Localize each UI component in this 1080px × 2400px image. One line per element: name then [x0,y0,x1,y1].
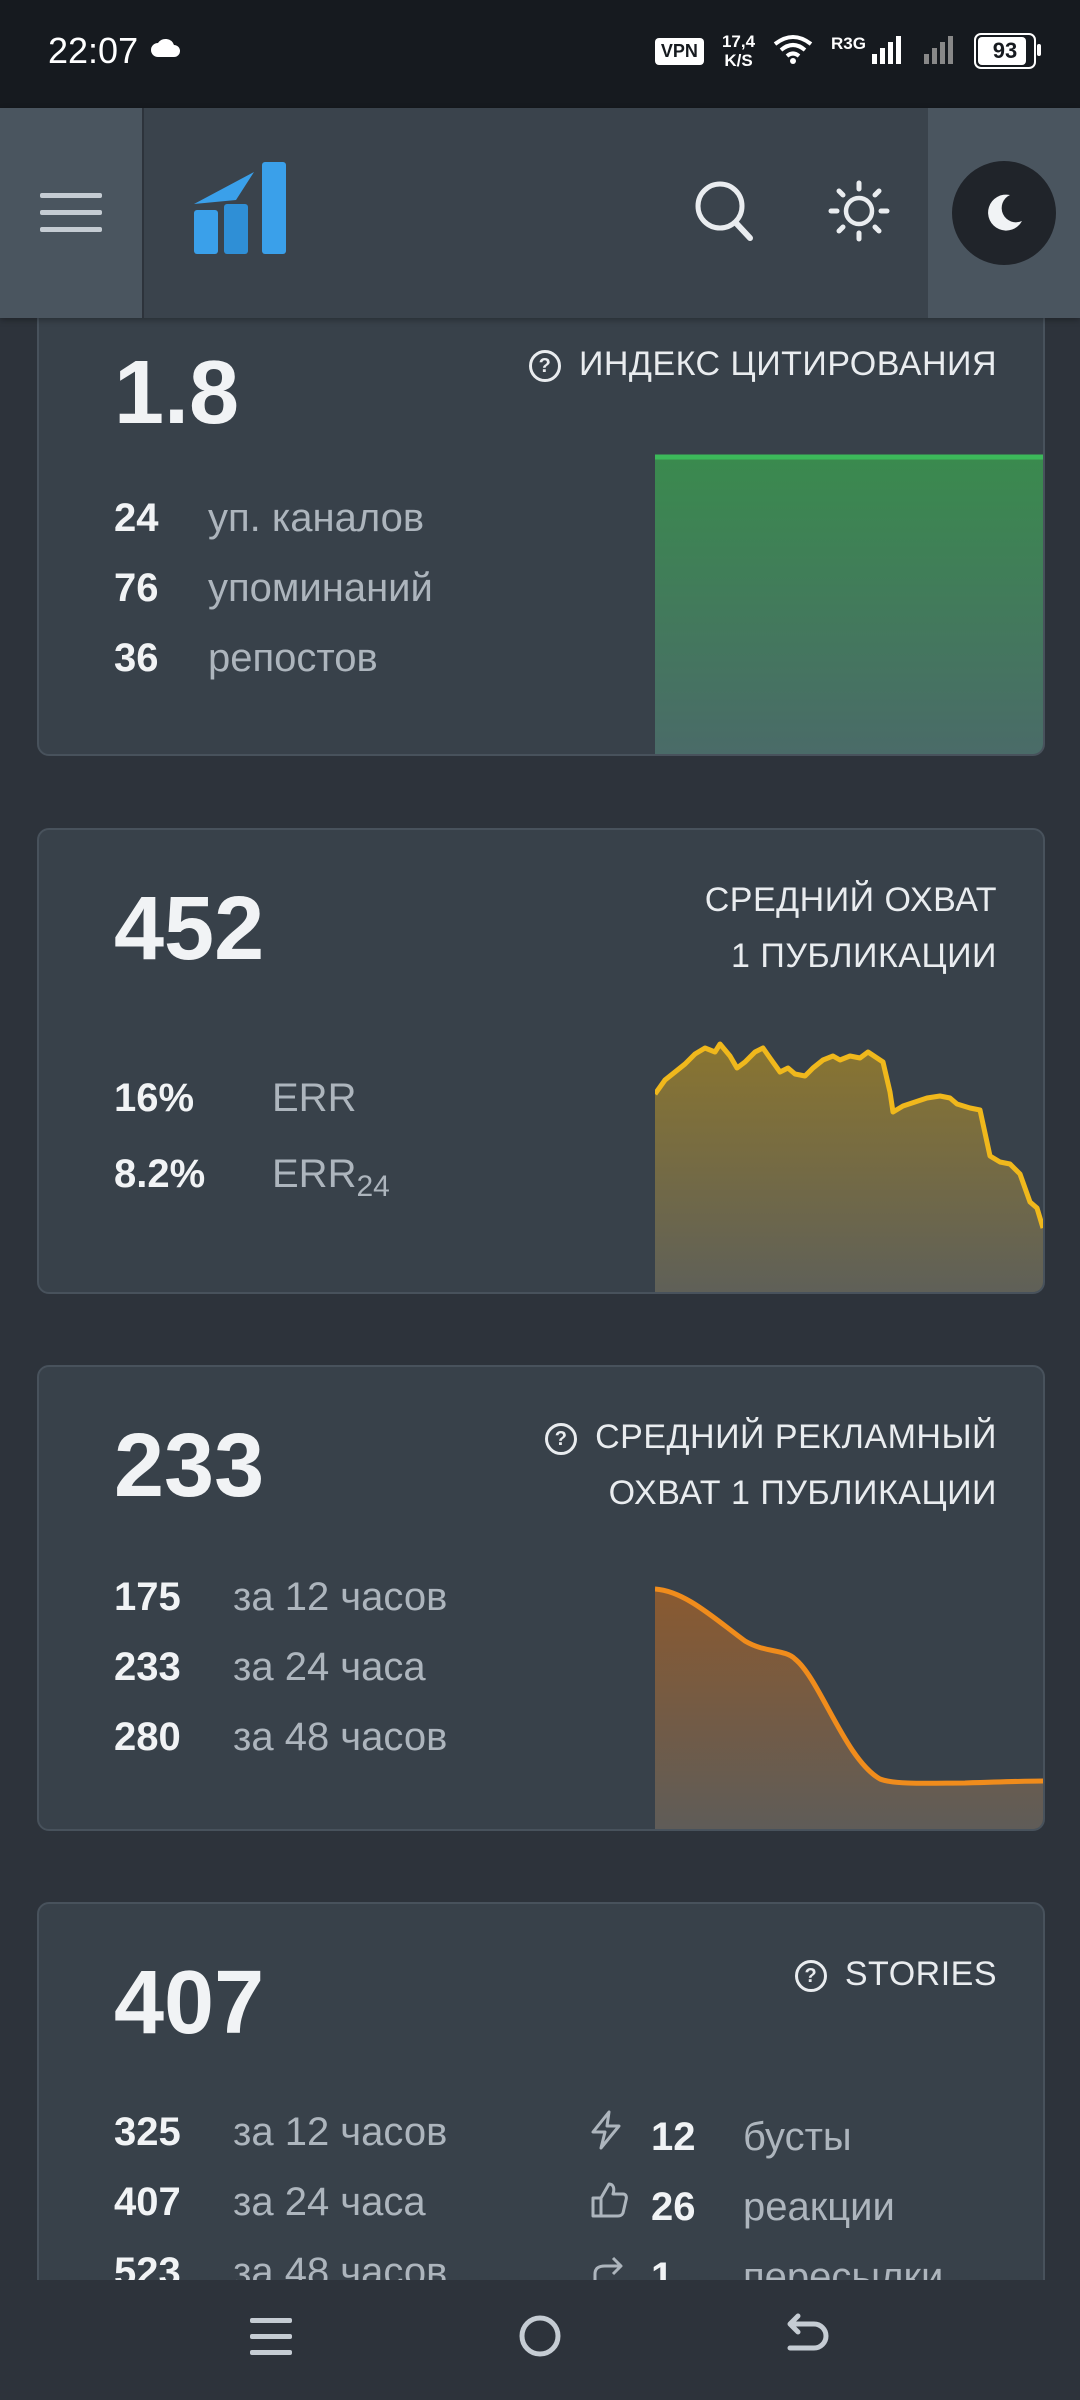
stat-row: 175 за 12 часов [114,1575,447,1620]
stat-row: 8.2% ERR24 [114,1152,390,1204]
help-icon[interactable]: ? [528,350,561,382]
card-title: ? STORIES [794,1946,997,2002]
stat-label-sub: 24 [356,1170,390,1203]
menu-button[interactable] [0,108,144,318]
vpn-badge: VPN [654,37,704,65]
stat-row: 24 уп. каналов [114,496,424,541]
cloud-icon [150,38,182,63]
avg-reach-sparkline [655,1041,1043,1292]
stat-label: ERR24 [272,1152,390,1204]
stat-row: 325 за 12 часов [114,2110,447,2155]
avg-reach-card[interactable]: 452 СРЕДНИЙ ОХВАТ 1 ПУБЛИКАЦИИ 16% ERR 8.… [37,828,1045,1294]
avg-ad-reach-title-line1: СРЕДНИЙ РЕКЛАМНЫЙ [595,1418,997,1456]
avg-reach-title-line1: СРЕДНИЙ ОХВАТ [704,881,997,919]
card-title: ? ИНДЕКС ЦИТИРОВАНИЯ [528,336,997,392]
speed-unit: K/S [724,51,753,70]
stat-num: 36 [114,636,159,680]
battery-icon: 93 [974,33,1041,69]
status-time: 22:07 [48,30,139,71]
reactions-label: реакции [743,2185,895,2229]
back-icon [787,2313,829,2351]
wifi-icon [773,34,813,69]
stat-label: ERR [272,1076,357,1120]
stat-num: 325 [114,2110,181,2154]
moon-icon [988,194,1022,231]
citation-index-title: ИНДЕКС ЦИТИРОВАНИЯ [578,345,997,383]
dark-theme-toggle-wrap [928,108,1080,318]
signal-icon [870,34,904,69]
avg-ad-reach-title-line1-wrap: ? СРЕДНИЙ РЕКЛАМНЫЙ [545,1409,997,1465]
stat-num: 175 [114,1575,181,1619]
stat-num: 407 [114,2180,181,2224]
stat-row: 16% ERR [114,1076,356,1121]
search-icon [695,181,753,241]
stat-num: 233 [114,1645,181,1689]
stat-label: за 12 часов [233,1575,448,1619]
boosts-row: 12 бусты [589,2110,852,2160]
stat-label: за 12 часов [233,2110,448,2154]
chart-area [655,1044,1043,1292]
avg-reach-title-line2: 1 ПУБЛИКАЦИИ [731,937,997,975]
citation-sparkline [655,454,1043,754]
chart-area [655,457,1043,754]
network-type: R3G [831,34,866,53]
citation-index-value: 1.8 [114,343,240,443]
reactions-row: 26 реакции [589,2180,895,2230]
sun-icon [828,180,890,242]
speed-value: 17,4 [721,32,756,51]
stat-num: 8.2% [114,1152,206,1196]
card-title: СРЕДНИЙ ОХВАТ 1 ПУБЛИКАЦИИ [705,872,997,984]
stat-num: 280 [114,1715,181,1759]
menu-icon [40,193,102,232]
system-nav-bar [0,2280,1080,2400]
network-speed: 17,4 K/S [722,32,755,70]
stat-num: 16% [114,1076,195,1120]
help-icon[interactable]: ? [545,1423,578,1455]
stat-row: 36 репостов [114,636,378,681]
avg-ad-reach-title-line2: ОХВАТ 1 ПУБЛИКАЦИИ [608,1474,997,1512]
stat-label: уп. каналов [208,496,425,540]
stat-label: упоминаний [208,566,433,610]
recents-button[interactable] [250,2310,292,2367]
app-header [0,108,1080,318]
thumbs-up-icon [589,2180,651,2230]
stat-row: 280 за 48 часов [114,1715,447,1760]
stories-title: STORIES [844,1955,997,1993]
help-icon[interactable]: ? [794,1960,827,1992]
avg-reach-value: 452 [114,879,265,979]
stat-label: за 48 часов [233,1715,448,1759]
home-button[interactable] [518,2310,562,2367]
lightning-icon [589,2110,651,2160]
status-bar: 22:07 VPN 17,4 K/S R3G 93 [0,0,1080,108]
dark-theme-button[interactable] [952,161,1056,265]
stat-label: за 24 часа [233,1645,426,1689]
stat-row: 233 за 24 часа [114,1645,426,1690]
battery-level: 93 [992,38,1018,63]
search-button[interactable] [694,180,754,247]
home-icon [519,2315,561,2357]
stat-num: 76 [114,566,159,610]
back-button[interactable] [784,2310,830,2367]
avg-ad-reach-sparkline [655,1586,1043,1829]
citation-index-card[interactable]: 1.8 ? ИНДЕКС ЦИТИРОВАНИЯ 24 уп. каналов 76… [37,300,1045,756]
logo-icon[interactable] [192,160,292,261]
chart-area [655,1589,1043,1829]
avg-ad-reach-card[interactable]: 233 ? СРЕДНИЙ РЕКЛАМНЫЙ ОХВАТ 1 ПУБЛИКАЦИ… [37,1365,1045,1831]
avg-ad-reach-value: 233 [114,1416,265,1516]
signal-2-icon [922,34,956,69]
reactions-num: 26 [651,2185,696,2229]
boosts-num: 12 [651,2115,696,2159]
boosts-label: бусты [743,2115,852,2159]
stat-label: за 24 часа [233,2180,426,2224]
stories-value: 407 [114,1953,265,2053]
light-theme-button[interactable] [828,180,890,247]
stat-row: 407 за 24 часа [114,2180,426,2225]
stat-label-text: ERR [272,1152,357,1196]
stat-row: 76 упоминаний [114,566,433,611]
stat-label: репостов [208,636,378,680]
card-title: ? СРЕДНИЙ РЕКЛАМНЫЙ ОХВАТ 1 ПУБЛИКАЦИИ [545,1409,997,1521]
recents-icon [250,2318,292,2355]
stat-num: 24 [114,496,159,540]
